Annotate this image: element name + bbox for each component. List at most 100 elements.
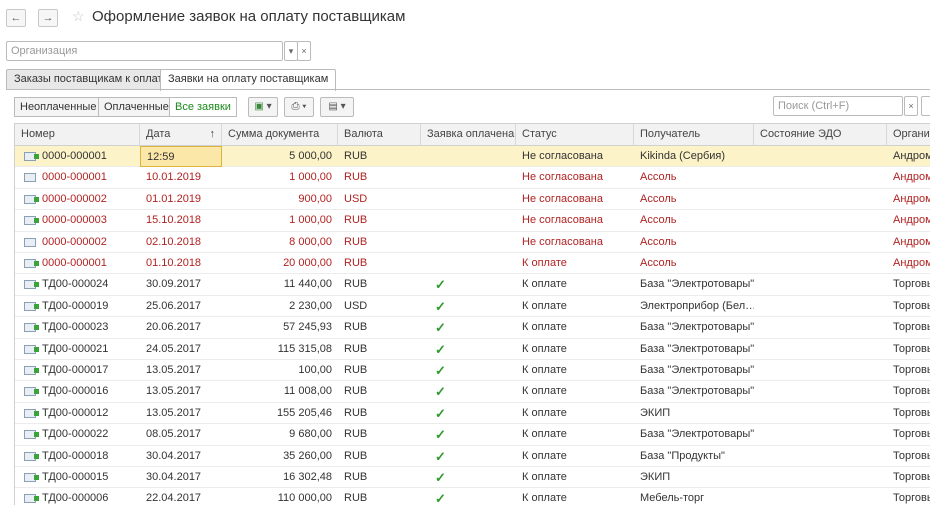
cell-date: 20.06.2017 <box>146 321 202 334</box>
search-clear-button[interactable]: × <box>904 96 918 116</box>
organization-clear-button[interactable]: × <box>297 41 311 61</box>
table-row[interactable]: 0000-000001 10.01.2019 1 000,00 RUB Не согла… <box>15 167 930 189</box>
forward-button[interactable]: → <box>38 9 58 27</box>
organization-dropdown-button[interactable]: ▾ <box>284 41 298 61</box>
organization-field[interactable]: Организация <box>6 41 283 61</box>
report-button[interactable]: ▤ ▾ <box>320 97 354 117</box>
cell-date: 15.10.2018 <box>146 214 202 227</box>
table-row[interactable]: 0000-000002 02.10.2018 8 000,00 RUB Не согла… <box>15 232 930 253</box>
cell-organization: Торговь <box>893 299 930 312</box>
cell-currency: RUB <box>344 214 368 227</box>
cell-date: 30.09.2017 <box>146 278 202 291</box>
cell-recipient: Kikinda (Сербия) <box>640 150 726 162</box>
cell-sum: 8 000,00 <box>289 235 332 248</box>
cell-number: ТД00-000023 <box>42 321 109 334</box>
create-based-on-button[interactable]: ▣ ▾ <box>248 97 278 117</box>
table-row[interactable]: 0000-000001 01.10.2018 20 000,00 RUB К оплат… <box>15 253 930 275</box>
column-header-number[interactable]: Номер <box>15 124 140 145</box>
search-input[interactable]: Поиск (Ctrl+F) <box>773 96 903 116</box>
star-icon[interactable]: ☆ <box>72 8 85 25</box>
table-row[interactable]: 0000-000002 01.01.2019 900,00 USD Не согласо… <box>15 189 930 211</box>
cell-recipient: База "Электротовары" <box>640 385 754 398</box>
cell-recipient: База "Электротовары" <box>640 342 754 355</box>
back-button[interactable]: ← <box>6 9 26 27</box>
print-button[interactable]: ⎙ ▾ <box>284 97 314 117</box>
cell-recipient: Ассоль <box>640 235 677 248</box>
cell-edo-state <box>754 296 887 317</box>
cell-number: 0000-000002 <box>42 192 107 205</box>
cell-recipient: Электроприбор (Бел… <box>640 299 754 312</box>
cell-recipient: Мебель-торг <box>640 492 705 505</box>
cell-paid <box>421 253 516 274</box>
table-row[interactable]: ТД00-000024 30.09.2017 11 440,00 RUB ✓ К опла… <box>15 274 930 296</box>
cell-number: 0000-000002 <box>42 235 107 248</box>
table-row[interactable]: ТД00-000022 08.05.2017 9 680,00 RUB ✓ К оплат… <box>15 424 930 446</box>
table-row[interactable]: ТД00-000017 13.05.2017 100,00 RUB ✓ К оплате Б… <box>15 360 930 382</box>
column-header-date-label: Дата <box>146 128 171 140</box>
cell-status: Не согласована <box>522 150 603 162</box>
column-header-currency[interactable]: Валюта <box>338 124 421 145</box>
organization-placeholder: Организация <box>11 45 78 57</box>
column-header-sum[interactable]: Сумма документа <box>222 124 338 145</box>
paid-filter-button[interactable]: Оплаченные <box>98 97 175 117</box>
table-row[interactable]: ТД00-000012 13.05.2017 155 205,46 RUB ✓ К опл… <box>15 403 930 425</box>
table-row[interactable]: 0000-000001 12:59 5 000,00 RUB Не согласован… <box>15 146 930 168</box>
cell-number: 0000-000001 <box>42 150 107 162</box>
arrow-left-icon: ← <box>10 12 22 24</box>
paid-checkmark-icon: ✓ <box>435 427 446 443</box>
table-row[interactable]: ТД00-000019 25.06.2017 2 230,00 USD ✓ К оплат… <box>15 296 930 318</box>
cell-status: К оплате <box>522 321 567 334</box>
table-header: Номер Дата ↑ Сумма документа Валюта Заяв… <box>15 124 930 146</box>
table-row[interactable]: ТД00-000006 22.04.2017 110 000,00 RUB ✓ К опл… <box>15 488 930 505</box>
cell-edo-state <box>754 360 887 381</box>
paid-checkmark-icon: ✓ <box>435 384 446 400</box>
table-row[interactable]: ТД00-000023 20.06.2017 57 245,93 RUB ✓ К опла… <box>15 317 930 339</box>
more-actions-button[interactable] <box>921 96 930 116</box>
table-row[interactable]: ТД00-000015 30.04.2017 16 302,48 RUB ✓ К опла… <box>15 467 930 489</box>
cell-edo-state <box>754 253 887 274</box>
unpaid-filter-button[interactable]: Неоплаченные <box>14 97 103 117</box>
cell-date: 13.05.2017 <box>146 364 202 376</box>
cell-edo-state <box>754 232 887 253</box>
cell-number: ТД00-000019 <box>42 299 109 312</box>
column-header-paid[interactable]: Заявка оплачена <box>421 124 516 145</box>
cell-organization: Андром <box>893 257 930 269</box>
column-header-organization[interactable]: Организ <box>887 124 930 145</box>
all-requests-button[interactable]: Все заявки <box>169 97 237 117</box>
cell-status: Не согласована <box>522 214 603 227</box>
cell-organization: Торговь <box>893 278 930 291</box>
table-row[interactable]: ТД00-000018 30.04.2017 35 260,00 RUB ✓ К опла… <box>15 446 930 467</box>
cell-currency: RUB <box>344 257 368 269</box>
cell-sum: 115 315,08 <box>277 342 332 355</box>
table-row[interactable]: ТД00-000021 24.05.2017 115 315,08 RUB ✓ К опл… <box>15 339 930 360</box>
cell-organization: Торговь <box>893 321 930 334</box>
cell-currency: RUB <box>344 428 368 441</box>
cell-status: Не согласована <box>522 235 603 248</box>
cell-currency: USD <box>344 192 368 205</box>
cell-status: К оплате <box>522 471 567 483</box>
paid-checkmark-icon: ✓ <box>435 470 446 485</box>
column-header-edo-state[interactable]: Состояние ЭДО <box>754 124 887 145</box>
table-row[interactable]: 0000-000003 15.10.2018 1 000,00 RUB Не согла… <box>15 210 930 232</box>
cell-number: 0000-000001 <box>42 257 107 269</box>
cell-paid <box>421 189 516 210</box>
tab-payment-requests[interactable]: Заявки на оплату поставщикам <box>160 69 337 91</box>
cell-organization: Торговь <box>893 364 930 376</box>
cell-number: 0000-000003 <box>42 214 107 227</box>
cell-status: К оплате <box>522 299 567 312</box>
cell-date: 30.04.2017 <box>146 449 202 462</box>
cell-currency: RUB <box>344 385 368 398</box>
cell-edo-state <box>754 317 887 338</box>
cell-currency: RUB <box>344 150 368 162</box>
cell-paid <box>421 146 516 167</box>
tab-orders-to-pay[interactable]: Заказы поставщикам к оплате <box>6 69 177 90</box>
column-header-status[interactable]: Статус <box>516 124 634 145</box>
cell-edo-state <box>754 274 887 295</box>
cell-number: ТД00-000006 <box>42 492 109 505</box>
cell-organization: Торговь <box>893 406 930 419</box>
cell-recipient: Ассоль <box>640 192 677 205</box>
column-header-recipient[interactable]: Получатель <box>634 124 754 145</box>
table-row[interactable]: ТД00-000016 13.05.2017 11 008,00 RUB ✓ К опла… <box>15 381 930 403</box>
cell-organization: Торговь <box>893 385 930 398</box>
column-header-date[interactable]: Дата ↑ <box>140 124 222 145</box>
